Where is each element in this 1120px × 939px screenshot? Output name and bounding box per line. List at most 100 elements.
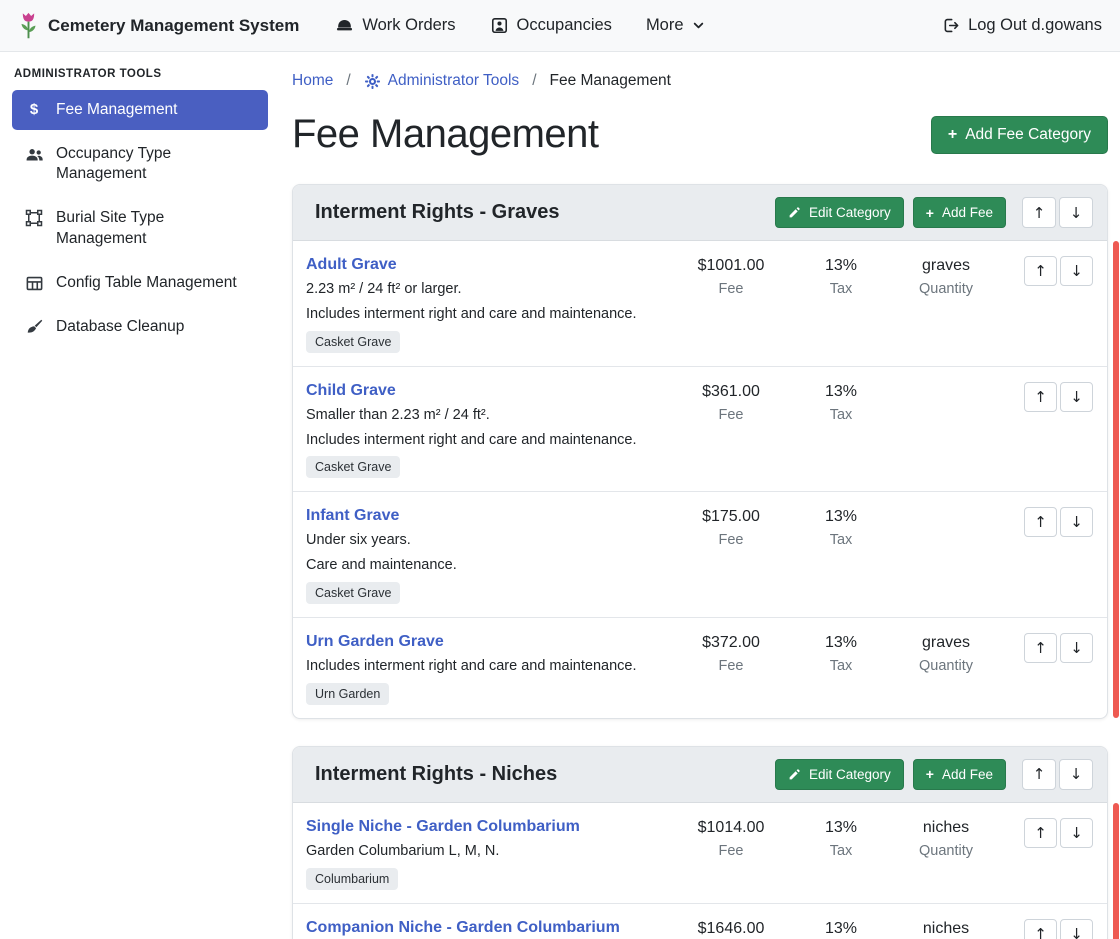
- fee-name-link[interactable]: Single Niche - Garden Columbarium: [306, 818, 580, 836]
- hard-hat-icon: [335, 16, 354, 35]
- fee-row: Infant Grave Under six years.Care and ma…: [293, 491, 1107, 617]
- fee-amount-cell: $1001.00 Fee: [671, 256, 791, 297]
- move-category-up-button[interactable]: ↑: [1022, 759, 1056, 790]
- category-fee-list: Adult Grave 2.23 m² / 24 ft² or larger. I…: [293, 241, 1107, 718]
- fee-description-line: Includes interment right and care and ma…: [306, 657, 671, 676]
- quantity-cell: graves Quantity: [891, 256, 1001, 297]
- tax-value: 13%: [791, 383, 891, 401]
- top-navbar: Cemetery Management System Work Orders O…: [0, 0, 1120, 52]
- fee-name-link[interactable]: Companion Niche - Garden Columbarium: [306, 919, 620, 937]
- quantity-label: Quantity: [891, 843, 1001, 859]
- move-fee-up-button[interactable]: ↑: [1024, 507, 1057, 537]
- fee-name-link[interactable]: Infant Grave: [306, 507, 399, 525]
- move-fee-down-button[interactable]: ↓: [1060, 919, 1093, 939]
- sidebar-item-database-cleanup[interactable]: Database Cleanup: [12, 307, 268, 347]
- fee-amount: $175.00: [671, 508, 791, 526]
- nav-occupancies[interactable]: Occupancies: [490, 16, 612, 35]
- plus-icon: +: [926, 767, 934, 781]
- fee-label: Fee: [671, 532, 791, 548]
- fee-reorder-group: ↑ ↓: [1001, 919, 1093, 939]
- fee-name-link[interactable]: Child Grave: [306, 382, 396, 400]
- move-fee-up-button[interactable]: ↑: [1024, 818, 1057, 848]
- breadcrumb-home-link[interactable]: Home: [292, 72, 333, 90]
- move-fee-down-button[interactable]: ↓: [1060, 507, 1093, 537]
- quantity-value: niches: [891, 920, 1001, 938]
- tax-label: Tax: [791, 407, 891, 423]
- move-fee-down-button[interactable]: ↓: [1060, 633, 1093, 663]
- category-header: Interment Rights - Niches Edit Category …: [293, 747, 1107, 803]
- tax-value: 13%: [791, 257, 891, 275]
- tax-value: 13%: [791, 508, 891, 526]
- sidebar-item-fee-management[interactable]: $ Fee Management: [12, 90, 268, 130]
- fee-descriptions: Garden Columbarium L, M, N.: [306, 842, 671, 861]
- move-category-down-button[interactable]: ↓: [1059, 759, 1093, 790]
- fee-amount: $372.00: [671, 634, 791, 652]
- fee-label: Fee: [671, 658, 791, 674]
- sidebar: ADMINISTRATOR TOOLS $ Fee Management Occ…: [0, 52, 280, 939]
- logout-button[interactable]: Log Out d.gowans: [941, 16, 1102, 35]
- fee-details: Adult Grave 2.23 m² / 24 ft² or larger.I…: [306, 256, 671, 353]
- scrollbar-thumb[interactable]: [1113, 241, 1119, 718]
- move-fee-up-button[interactable]: ↑: [1024, 382, 1057, 412]
- fee-details: Child Grave Smaller than 2.23 m² / 24 ft…: [306, 382, 671, 479]
- pencil-icon: [788, 206, 801, 219]
- fee-reorder-group: ↑ ↓: [1001, 382, 1093, 412]
- quantity-value: graves: [891, 634, 1001, 652]
- sidebar-item-config-table-management[interactable]: Config Table Management: [12, 263, 268, 303]
- sidebar-item-burial-site-type-management[interactable]: Burial Site Type Management: [12, 198, 268, 258]
- nav-more[interactable]: More: [646, 16, 705, 35]
- sidebar-item-occupancy-type-management[interactable]: Occupancy Type Management: [12, 134, 268, 194]
- tax-cell: 13% Tax: [791, 818, 891, 859]
- scrollbar-thumb[interactable]: [1113, 803, 1119, 939]
- fee-reorder-group: ↑ ↓: [1001, 256, 1093, 286]
- fee-name-link[interactable]: Urn Garden Grave: [306, 633, 444, 651]
- users-icon: [24, 145, 44, 164]
- category-fee-list: Single Niche - Garden Columbarium Garden…: [293, 803, 1107, 939]
- fee-row: Adult Grave 2.23 m² / 24 ft² or larger.I…: [293, 241, 1107, 366]
- move-fee-down-button[interactable]: ↓: [1060, 818, 1093, 848]
- move-fee-down-button[interactable]: ↓: [1060, 382, 1093, 412]
- edit-category-button[interactable]: Edit Category: [775, 197, 904, 228]
- fee-description-line: 2.23 m² / 24 ft² or larger.: [306, 280, 671, 299]
- category-title: Interment Rights - Graves: [315, 201, 766, 224]
- fee-categories: Interment Rights - Graves Edit Category …: [292, 184, 1108, 939]
- breadcrumb-admin-tools-link[interactable]: Administrator Tools: [364, 72, 520, 90]
- category-title: Interment Rights - Niches: [315, 763, 766, 786]
- quantity-cell: niches Quantity: [891, 919, 1001, 939]
- tax-label: Tax: [791, 843, 891, 859]
- add-fee-category-button[interactable]: + Add Fee Category: [931, 116, 1108, 154]
- move-fee-up-button[interactable]: ↑: [1024, 256, 1057, 286]
- gear-icon: [364, 73, 381, 90]
- fee-descriptions: Smaller than 2.23 m² / 24 ft².Includes i…: [306, 406, 671, 450]
- fee-description-line: Garden Columbarium L, M, N.: [306, 842, 671, 861]
- move-fee-up-button[interactable]: ↑: [1024, 633, 1057, 663]
- fee-category-card: Interment Rights - Graves Edit Category …: [292, 184, 1108, 719]
- add-fee-button[interactable]: + Add Fee: [913, 197, 1006, 228]
- fee-row: Child Grave Smaller than 2.23 m² / 24 ft…: [293, 366, 1107, 492]
- fee-details: Single Niche - Garden Columbarium Garden…: [306, 818, 671, 890]
- pencil-icon: [788, 768, 801, 781]
- tax-value: 13%: [791, 634, 891, 652]
- fee-details: Companion Niche - Garden Columbarium Gar…: [306, 919, 671, 939]
- move-category-up-button[interactable]: ↑: [1022, 197, 1056, 228]
- fee-type-badge: Casket Grave: [306, 582, 400, 604]
- fee-description-line: Includes interment right and care and ma…: [306, 431, 671, 450]
- main-content: Home / Ad: [280, 52, 1120, 939]
- fee-type-badge: Columbarium: [306, 868, 398, 890]
- add-fee-button[interactable]: + Add Fee: [913, 759, 1006, 790]
- move-fee-down-button[interactable]: ↓: [1060, 256, 1093, 286]
- app-title: Cemetery Management System: [48, 16, 299, 36]
- edit-category-button[interactable]: Edit Category: [775, 759, 904, 790]
- nav-work-orders[interactable]: Work Orders: [335, 16, 455, 35]
- app-brand[interactable]: Cemetery Management System: [18, 10, 299, 42]
- fee-amount-cell: $361.00 Fee: [671, 382, 791, 423]
- breadcrumb-current: Fee Management: [550, 72, 672, 90]
- move-category-down-button[interactable]: ↓: [1059, 197, 1093, 228]
- category-reorder-group: ↑ ↓: [1022, 197, 1093, 228]
- move-fee-up-button[interactable]: ↑: [1024, 919, 1057, 939]
- tax-value: 13%: [791, 819, 891, 837]
- fee-name-link[interactable]: Adult Grave: [306, 256, 397, 274]
- tax-label: Tax: [791, 658, 891, 674]
- fee-description-line: Under six years.: [306, 531, 671, 550]
- fee-type-badge: Urn Garden: [306, 683, 389, 705]
